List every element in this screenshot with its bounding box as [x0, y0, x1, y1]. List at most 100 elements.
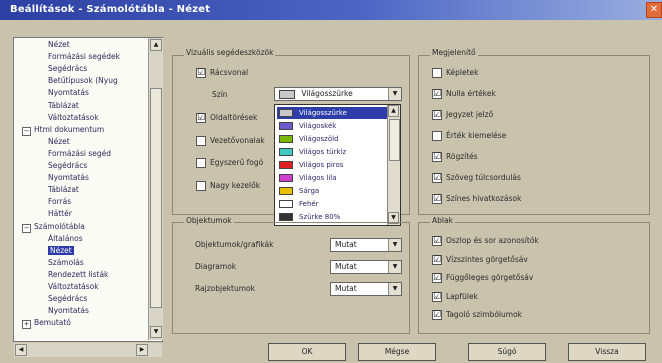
- racsvonal-checkbox[interactable]: ☑: [196, 68, 206, 78]
- tree-item[interactable]: Nyomtatás: [48, 88, 89, 97]
- tree-item[interactable]: Nézet: [48, 40, 70, 49]
- window-group-checkbox[interactable]: ☑: [432, 236, 442, 246]
- tree-item[interactable]: Formázási segéd: [48, 149, 111, 158]
- help-button[interactable]: Súgó: [468, 343, 546, 361]
- tree-item[interactable]: Rendezett listák: [48, 270, 108, 279]
- chevron-down-icon[interactable]: ▼: [388, 88, 401, 100]
- chevron-down-icon[interactable]: ▼: [388, 239, 401, 251]
- options-tree[interactable]: Nézet Formázási segédek Segédrács Betűtípus…: [13, 37, 163, 342]
- tree-vertical-scrollbar[interactable]: ▲ ▼: [148, 38, 163, 340]
- tree-item[interactable]: Táblázat: [48, 101, 79, 110]
- object-row-label: Objektumok/grafikák: [195, 240, 274, 249]
- object-row-label: Diagramok: [195, 262, 237, 271]
- color-option-label: Világosszürke: [299, 109, 347, 117]
- color-dropdown-list[interactable]: ▲ ▼ Világosszürke Világoskék Világoszöld Vi…: [274, 104, 401, 226]
- display-checkbox[interactable]: ☑: [432, 110, 442, 120]
- color-option[interactable]: Sárga: [277, 185, 387, 197]
- window-group-label: Függőleges görgetősáv: [446, 273, 534, 282]
- tree-item[interactable]: Nézet: [48, 137, 70, 146]
- display-checkbox[interactable]: ☑: [432, 194, 442, 204]
- object-visibility-select[interactable]: Mutat ▼: [330, 238, 402, 252]
- objects-title: Objektumok: [184, 216, 234, 225]
- chevron-down-icon[interactable]: ▼: [388, 283, 401, 295]
- color-option-label: Világos piros: [299, 161, 344, 169]
- display-checkbox[interactable]: [432, 68, 442, 78]
- color-swatch: [279, 213, 293, 221]
- grid-color-select[interactable]: Világosszürke ▼: [274, 87, 402, 101]
- display-checkbox[interactable]: ☑: [432, 173, 442, 183]
- tree-item[interactable]: Nyomtatás: [48, 306, 89, 315]
- scroll-right-button[interactable]: ▶: [136, 344, 148, 356]
- scroll-thumb[interactable]: [389, 119, 400, 161]
- color-option[interactable]: Világos piros: [277, 159, 387, 171]
- tree-expander-icon[interactable]: −: [22, 126, 31, 136]
- cancel-button[interactable]: Mégse: [358, 343, 436, 361]
- tree-item[interactable]: Nézet: [48, 245, 74, 255]
- scroll-up-button[interactable]: ▲: [150, 39, 162, 51]
- tree-item[interactable]: Számolás: [48, 258, 84, 267]
- racsvonal-label: Rácsvonal: [210, 68, 249, 77]
- tree-item[interactable]: Változtatások: [48, 282, 99, 291]
- oldaltores-checkbox[interactable]: ☑: [196, 113, 206, 123]
- tree-item[interactable]: Táblázat: [48, 185, 79, 194]
- tree-item[interactable]: Betűtípusok (Nyug: [48, 76, 118, 85]
- tree-item[interactable]: Bemutató: [34, 318, 71, 327]
- tree-item[interactable]: Segédrács: [48, 161, 87, 170]
- color-list-scrollbar[interactable]: ▲ ▼: [387, 105, 400, 225]
- object-visibility-select[interactable]: Mutat ▼: [330, 282, 402, 296]
- display-label: Rögzítés: [446, 152, 478, 161]
- color-swatch: [279, 135, 293, 143]
- display-label: Jegyzet jelző: [446, 110, 494, 119]
- egyszeru-fogo-checkbox[interactable]: [196, 158, 206, 168]
- window-group-checkbox[interactable]: ☑: [432, 273, 442, 283]
- color-swatch: [279, 122, 293, 130]
- color-swatch: [279, 200, 293, 208]
- color-option[interactable]: Fehér: [277, 198, 387, 210]
- ok-button[interactable]: OK: [268, 343, 346, 361]
- tree-item[interactable]: Segédrács: [48, 64, 87, 73]
- tree-expander-icon[interactable]: −: [22, 223, 31, 233]
- tree-item[interactable]: Nyomtatás: [48, 173, 89, 182]
- display-label: Érték kiemelése: [446, 131, 507, 140]
- display-checkbox[interactable]: ☑: [432, 89, 442, 99]
- tree-item[interactable]: Formázási segédek: [48, 52, 120, 61]
- color-option[interactable]: Világos türkiz: [277, 146, 387, 158]
- color-option[interactable]: Világos lila: [277, 172, 387, 184]
- window-group-checkbox[interactable]: ☑: [432, 291, 442, 302]
- object-visibility-select[interactable]: Mutat ▼: [330, 260, 402, 274]
- color-option[interactable]: Világoszöld: [277, 133, 387, 145]
- tree-item[interactable]: Háttér: [48, 209, 72, 218]
- tree-item[interactable]: Segédrács: [48, 294, 87, 303]
- object-visibility-value: Mutat: [335, 262, 357, 271]
- tree-expander-icon[interactable]: +: [22, 320, 31, 330]
- object-row-label: Rajzobjektumok: [195, 284, 255, 293]
- tree-horizontal-scrollbar[interactable]: ◀ ▶: [14, 343, 162, 357]
- tree-item[interactable]: Általános: [48, 234, 83, 243]
- scroll-up-button[interactable]: ▲: [388, 105, 399, 117]
- chevron-down-icon[interactable]: ▼: [388, 261, 401, 273]
- tree-item[interactable]: Html dokumentum: [34, 125, 104, 134]
- tree-item[interactable]: Számolótábla: [34, 222, 85, 231]
- color-option-label: Világos lila: [299, 174, 337, 182]
- scroll-left-button[interactable]: ◀: [15, 344, 27, 356]
- nagy-kezelok-checkbox[interactable]: [196, 181, 206, 191]
- window-group-label: Lapfülek: [446, 291, 478, 301]
- close-button[interactable]: ✕: [646, 2, 662, 18]
- scroll-thumb[interactable]: [150, 88, 162, 308]
- tree-item[interactable]: Forrás: [48, 197, 71, 206]
- scroll-down-button[interactable]: ▼: [150, 326, 162, 338]
- window-group-label: Tagoló szimbólumok: [446, 310, 522, 319]
- tree-item[interactable]: Változtatások: [48, 113, 99, 122]
- window-group-checkbox[interactable]: ☑: [432, 310, 442, 320]
- color-option[interactable]: Világoskék: [277, 120, 387, 132]
- vezetovonalak-checkbox[interactable]: [196, 136, 206, 146]
- color-swatch: [279, 109, 293, 117]
- back-button[interactable]: Vissza: [568, 343, 646, 361]
- object-visibility-value: Mutat: [335, 240, 357, 249]
- color-option[interactable]: Világosszürke: [277, 107, 387, 119]
- display-checkbox[interactable]: ☑: [432, 152, 442, 162]
- window-group-checkbox[interactable]: ☑: [432, 254, 442, 265]
- color-option-label: Világos türkiz: [299, 148, 347, 156]
- display-label: Szöveg túlcsordulás: [446, 173, 521, 182]
- display-checkbox[interactable]: [432, 131, 442, 141]
